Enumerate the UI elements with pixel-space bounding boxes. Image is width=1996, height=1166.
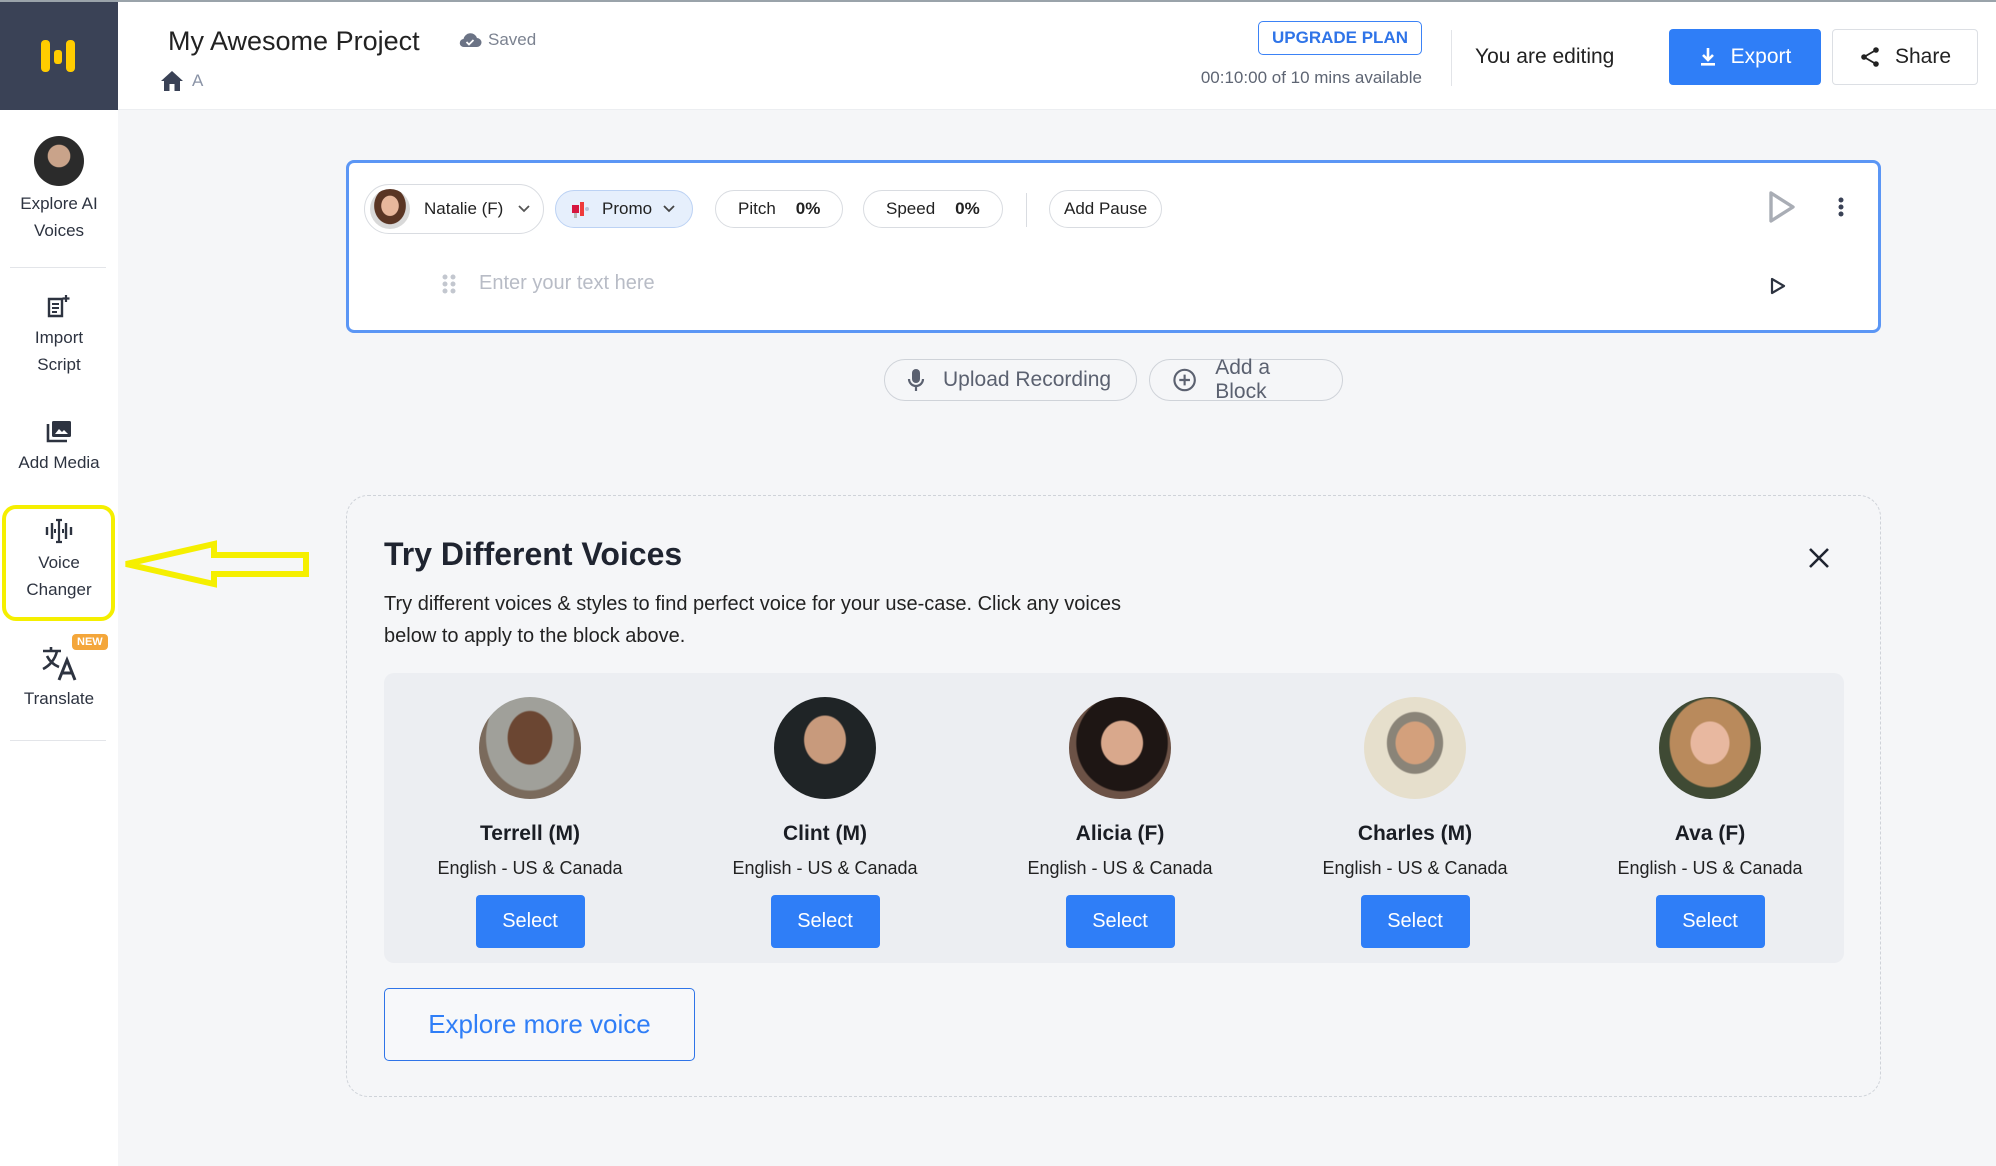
share-icon	[1861, 47, 1879, 67]
style-name: Promo	[602, 199, 653, 218]
select-voice-button[interactable]: Select	[1655, 895, 1765, 948]
translate-icon	[42, 647, 77, 681]
voice-card[interactable]: Clint (M) English - US & Canada Select	[679, 673, 971, 948]
select-voice-button[interactable]: Select	[1360, 895, 1470, 948]
sidebar-item-label: Script	[37, 355, 81, 374]
top-header: My Awesome Project Saved A UPGRADE PLAN …	[118, 2, 1996, 110]
project-title[interactable]: My Awesome Project	[168, 26, 420, 57]
play-sentence-icon[interactable]	[1769, 276, 1787, 296]
sidebar-item-label: Add Media	[18, 453, 100, 472]
speed-label: Speed	[886, 199, 936, 218]
select-voice-button[interactable]: Select	[475, 895, 585, 948]
cloud-check-icon	[459, 33, 482, 48]
drag-handle-icon[interactable]	[442, 273, 456, 295]
logo-icon	[41, 40, 75, 72]
voice-avatar	[1364, 697, 1466, 799]
explore-more-voice-button[interactable]: Explore more voice	[384, 988, 695, 1061]
voice-card[interactable]: Charles (M) English - US & Canada Select	[1269, 673, 1561, 948]
pitch-label: Pitch	[738, 199, 776, 218]
style-selector[interactable]: Promo	[555, 190, 694, 228]
select-voice-button[interactable]: Select	[1065, 895, 1175, 948]
select-voice-button[interactable]: Select	[770, 895, 880, 948]
voice-language: English - US & Canada	[1322, 858, 1508, 878]
download-icon	[1700, 48, 1715, 66]
play-block-icon[interactable]	[1767, 189, 1797, 225]
sidebar-divider	[10, 740, 106, 741]
voice-name: Charles (M)	[1357, 822, 1473, 845]
more-options-icon[interactable]	[1837, 196, 1845, 220]
header-divider	[1451, 30, 1452, 86]
upload-recording-label: Upload Recording	[943, 368, 1112, 391]
microphone-icon	[907, 369, 925, 391]
breadcrumb-current[interactable]: A	[192, 71, 203, 91]
home-icon[interactable]	[160, 70, 184, 92]
new-badge: NEW	[72, 634, 108, 650]
sidebar-item-label: Voices	[33, 221, 85, 240]
try-different-voices-panel: Try Different Voices Try different voice…	[346, 495, 1881, 1097]
panel-description: Try different voices & styles to find pe…	[384, 593, 1121, 647]
editing-status: You are editing	[1475, 45, 1615, 68]
chevron-down-icon	[663, 205, 675, 213]
annotation-highlight-box	[2, 505, 115, 621]
minutes-available: 00:10:00 of 10 mins available	[1200, 68, 1422, 87]
app-logo[interactable]	[0, 2, 118, 110]
block-text-input[interactable]	[479, 263, 1679, 303]
add-pause-button[interactable]: Add Pause	[1049, 190, 1163, 228]
megaphone-icon	[572, 202, 589, 218]
voice-language: English - US & Canada	[1027, 858, 1213, 878]
export-label: Export	[1730, 45, 1792, 68]
sidebar-item-label: Translate	[23, 689, 95, 708]
add-media-icon	[46, 421, 71, 443]
speed-control[interactable]: Speed 0%	[863, 190, 1003, 228]
breadcrumb: A	[160, 70, 203, 92]
window-top-border	[0, 0, 1996, 2]
save-status: Saved	[458, 30, 536, 50]
export-button[interactable]: Export	[1669, 29, 1821, 85]
chevron-down-icon	[518, 205, 530, 213]
voice-name: Ava (F)	[1674, 822, 1746, 845]
voice-language: English - US & Canada	[732, 858, 918, 878]
voice-name: Clint (M)	[783, 822, 867, 845]
share-button[interactable]: Share	[1832, 29, 1978, 85]
share-label: Share	[1894, 45, 1952, 68]
text-block-editor: Natalie (F) Promo Pitch 0% Speed 0% Add …	[346, 160, 1881, 333]
save-status-text: Saved	[488, 30, 537, 49]
voice-avatar	[370, 189, 410, 229]
voice-card[interactable]: Alicia (F) English - US & Canada Select	[974, 673, 1266, 948]
add-block-label: Add a Block	[1215, 356, 1271, 403]
close-icon[interactable]	[1807, 546, 1831, 570]
pitch-control[interactable]: Pitch 0%	[715, 190, 844, 228]
toolbar-divider	[1026, 193, 1027, 227]
voice-selector[interactable]: Natalie (F)	[364, 184, 545, 234]
sidebar-divider	[10, 267, 106, 268]
plus-circle-icon	[1173, 368, 1196, 392]
voice-name: Natalie (F)	[424, 199, 504, 218]
panel-title: Try Different Voices	[384, 536, 683, 572]
sidebar-item-label: Import	[34, 328, 84, 347]
annotation-arrow-icon	[125, 540, 309, 588]
voice-avatar	[1659, 697, 1761, 799]
voice-avatar	[479, 697, 581, 799]
voice-name: Terrell (M)	[480, 822, 580, 845]
voice-name: Alicia (F)	[1075, 822, 1165, 845]
upload-recording-button[interactable]: Upload Recording	[884, 359, 1137, 401]
add-block-button[interactable]: Add a Block	[1149, 356, 1343, 403]
sidebar-item-explore-ai-voices[interactable]: Explore AI Voices	[0, 136, 118, 244]
sidebar-item-translate[interactable]: Translate	[0, 643, 118, 712]
speed-value: 0%	[955, 199, 980, 218]
sidebar-item-add-media[interactable]: Add Media	[0, 415, 118, 476]
sidebar-item-label: Explore AI	[20, 194, 98, 213]
pitch-value: 0%	[795, 199, 821, 218]
avatar	[34, 136, 84, 186]
voice-avatar	[774, 697, 876, 799]
upgrade-plan-button[interactable]: UPGRADE PLAN	[1258, 21, 1422, 55]
sidebar-item-import-script[interactable]: Import Script	[0, 290, 118, 378]
voice-language: English - US & Canada	[437, 858, 623, 878]
voice-language: English - US & Canada	[1617, 858, 1803, 878]
voice-options-grid: Terrell (M) English - US & Canada Select…	[384, 673, 1844, 963]
voice-card[interactable]: Ava (F) English - US & Canada Select	[1564, 673, 1856, 948]
voice-avatar	[1069, 697, 1171, 799]
voice-card[interactable]: Terrell (M) English - US & Canada Select	[384, 673, 676, 948]
import-script-icon	[47, 295, 70, 318]
